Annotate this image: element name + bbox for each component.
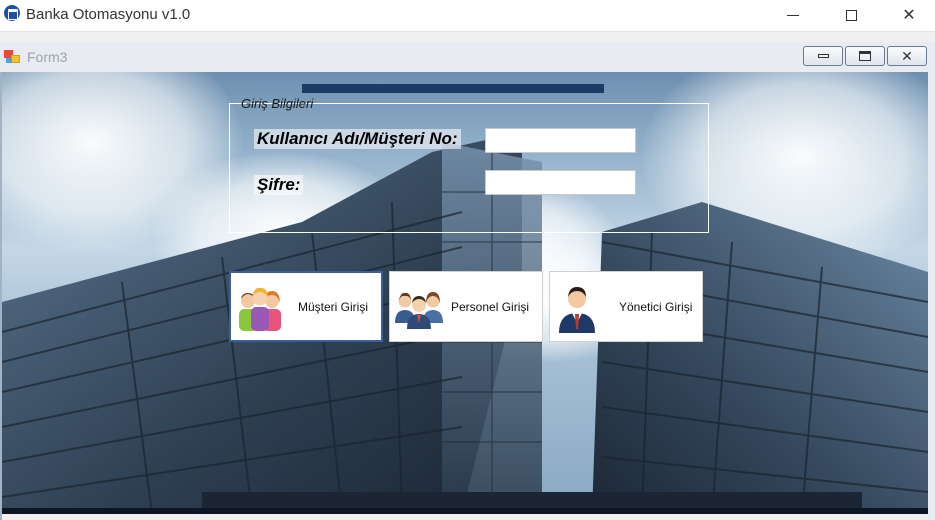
maximize-icon bbox=[845, 9, 857, 21]
child-restore-button[interactable] bbox=[845, 46, 885, 66]
close-icon: ✕ bbox=[901, 48, 913, 64]
child-close-button[interactable]: ✕ bbox=[887, 46, 927, 66]
customer-login-label: Müşteri Girişi bbox=[298, 299, 369, 314]
app-title: Banka Otomasyonu v1.0 bbox=[26, 6, 191, 23]
manager-icon bbox=[559, 286, 595, 333]
staff-icon bbox=[395, 291, 443, 329]
manager-login-label: Yönetici Girişi bbox=[619, 299, 693, 314]
customers-icon bbox=[239, 287, 281, 331]
login-groupbox bbox=[229, 103, 709, 233]
staff-login-label: Personel Girişi bbox=[451, 299, 530, 314]
close-icon: ✕ bbox=[902, 7, 916, 24]
child-minimize-button[interactable] bbox=[803, 46, 843, 66]
customer-login-button[interactable]: Müşteri Girişi bbox=[229, 271, 383, 342]
child-window-title: Form3 bbox=[27, 49, 68, 65]
bank-icon bbox=[4, 5, 20, 21]
groupbox-legend: Giriş Bilgileri bbox=[241, 96, 314, 111]
staff-login-button[interactable]: Personel Girişi bbox=[389, 271, 543, 342]
close-button[interactable]: ✕ bbox=[880, 0, 935, 30]
form-icon bbox=[4, 50, 20, 64]
app-title-bar: Banka Otomasyonu v1.0 ✕ bbox=[0, 0, 935, 32]
minimize-icon bbox=[817, 54, 829, 58]
username-label: Kullanıcı Adı/Müşteri No: bbox=[254, 129, 461, 149]
password-label: Şifre: bbox=[254, 175, 304, 195]
minimize-icon bbox=[787, 14, 799, 16]
username-input[interactable] bbox=[485, 128, 636, 153]
password-input[interactable] bbox=[485, 170, 636, 195]
child-title-bar bbox=[0, 42, 935, 72]
minimize-button[interactable] bbox=[764, 0, 822, 30]
header-accent-bar bbox=[302, 84, 604, 93]
manager-login-button[interactable]: Yönetici Girişi bbox=[549, 271, 703, 342]
maximize-button[interactable] bbox=[822, 0, 880, 30]
restore-icon bbox=[859, 51, 871, 61]
